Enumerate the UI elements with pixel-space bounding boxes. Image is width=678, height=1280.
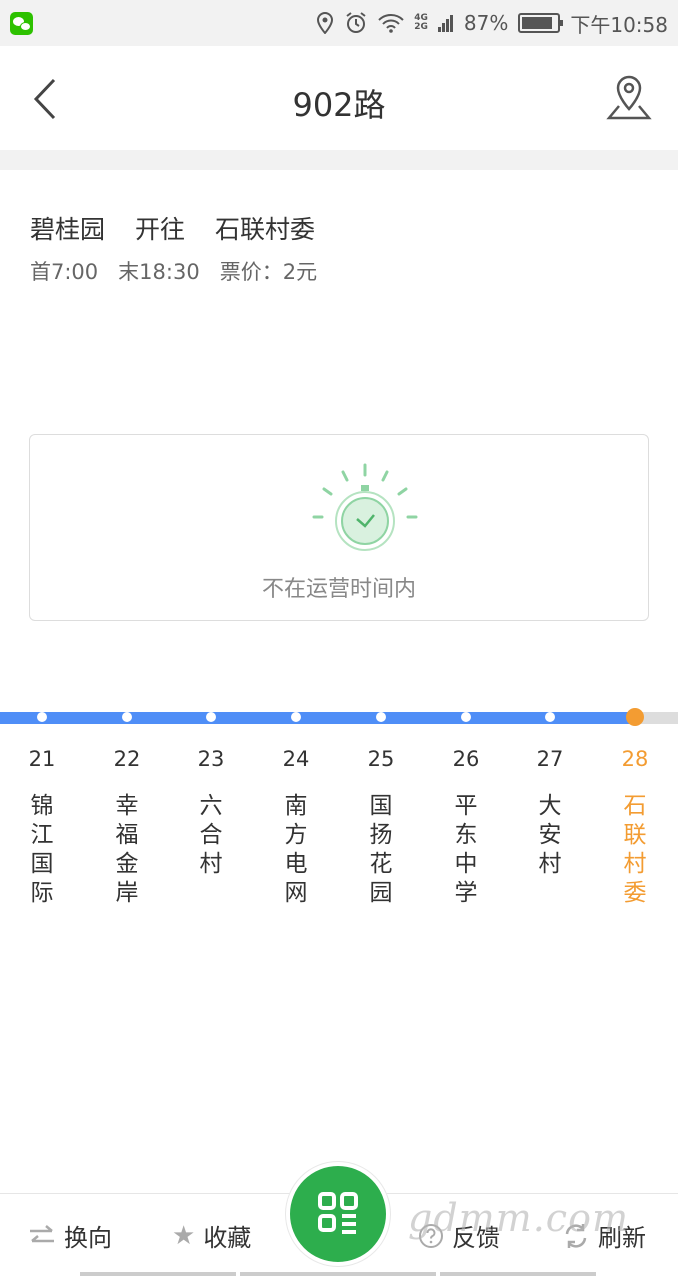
stop-name: 平东中学 bbox=[454, 793, 478, 906]
map-button[interactable] bbox=[606, 74, 656, 124]
stop-name: 石联村委 bbox=[623, 793, 647, 906]
network-type: 4G 2G bbox=[414, 13, 428, 32]
stop-name: 大安村 bbox=[538, 793, 562, 877]
first-bus-time: 首7:00 bbox=[30, 260, 99, 284]
stop-number: 23 bbox=[197, 747, 225, 771]
swap-arrows-icon bbox=[30, 1224, 54, 1242]
last-bus-time: 末18:30 bbox=[118, 260, 200, 284]
route-schedule: 首7:00 末18:30 票价：2元 bbox=[30, 256, 337, 286]
stop-dot bbox=[291, 712, 301, 722]
stop-number: 25 bbox=[367, 747, 395, 771]
route-direction-label: 开往 bbox=[135, 215, 186, 244]
current-stop-dot bbox=[626, 708, 644, 726]
nav-indicator bbox=[240, 1272, 436, 1276]
stop-dot bbox=[461, 712, 471, 722]
nav-indicator bbox=[440, 1272, 596, 1276]
stop-dot bbox=[37, 712, 47, 722]
favorite-button[interactable]: ★ 收藏 bbox=[172, 1218, 251, 1253]
battery-percent: 87% bbox=[463, 11, 509, 35]
service-status-card: 不在运营时间内 bbox=[29, 434, 649, 621]
location-icon bbox=[317, 12, 334, 34]
fare: 票价：2元 bbox=[219, 260, 318, 284]
service-status-message: 不在运营时间内 bbox=[261, 577, 416, 602]
favorite-label: 收藏 bbox=[203, 1224, 252, 1252]
qr-scan-button[interactable] bbox=[286, 1162, 390, 1266]
stop-number: 26 bbox=[452, 747, 480, 771]
stop-number: 24 bbox=[282, 747, 310, 771]
nav-indicator bbox=[80, 1272, 236, 1276]
stop-dot bbox=[545, 712, 555, 722]
signal-icon bbox=[437, 15, 453, 32]
map-pin-icon bbox=[606, 75, 652, 120]
star-icon: ★ bbox=[172, 1220, 196, 1251]
alarm-icon bbox=[346, 12, 366, 33]
watermark: gdmm.com bbox=[408, 1196, 629, 1240]
clock: 下午10:58 bbox=[570, 12, 668, 37]
route-track-progress bbox=[0, 712, 635, 724]
stop-number: 28 bbox=[621, 747, 649, 771]
route-destination: 石联村委 bbox=[215, 215, 316, 244]
stopwatch-icon bbox=[312, 463, 418, 551]
page-title: 902路 bbox=[292, 86, 386, 124]
stop-number: 27 bbox=[536, 747, 564, 771]
stop-dot bbox=[376, 712, 386, 722]
route-direction: 碧桂园 开往 石联村委 bbox=[30, 210, 345, 246]
stop-name: 幸福金岸 bbox=[115, 793, 139, 906]
reverse-direction-button[interactable]: 换向 bbox=[28, 1218, 112, 1253]
route-origin: 碧桂园 bbox=[30, 215, 106, 244]
stop-name: 锦江国际 bbox=[30, 793, 54, 906]
stop-name: 六合村 bbox=[199, 793, 223, 877]
wifi-icon bbox=[378, 14, 404, 33]
stop-dot bbox=[206, 712, 216, 722]
stop-dot bbox=[122, 712, 132, 722]
reverse-label: 换向 bbox=[64, 1224, 112, 1252]
qr-scan-icon bbox=[318, 1192, 358, 1234]
header: 902路 bbox=[0, 46, 678, 150]
stop-number: 22 bbox=[113, 747, 141, 771]
status-icons: 4G 2G 87% 下午10:58 bbox=[316, 0, 668, 46]
status-bar: 4G 2G 87% 下午10:58 bbox=[0, 0, 678, 46]
stop-name: 南方电网 bbox=[284, 793, 308, 906]
wechat-icon bbox=[10, 12, 33, 35]
stop-number: 21 bbox=[28, 747, 56, 771]
section-divider bbox=[0, 150, 678, 170]
stop-name: 国扬花园 bbox=[369, 793, 393, 906]
battery-icon bbox=[518, 13, 564, 33]
